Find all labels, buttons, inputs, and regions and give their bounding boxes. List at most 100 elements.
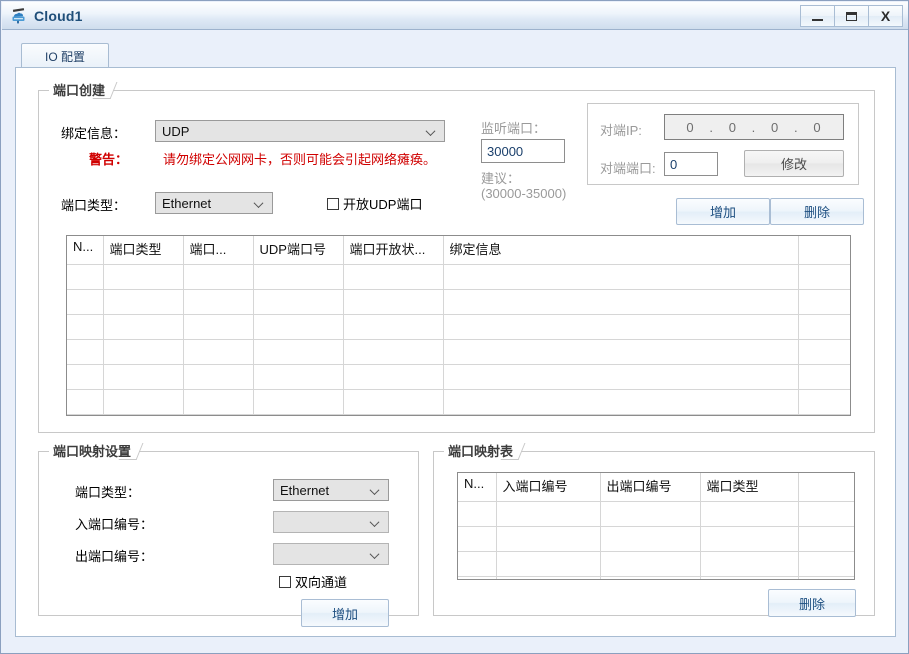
table-row[interactable] <box>67 264 850 290</box>
chevron-down-icon <box>371 552 380 557</box>
cell <box>798 289 850 315</box>
cell <box>253 289 344 315</box>
chevron-down-icon <box>427 129 436 134</box>
window-controls: X <box>800 5 903 27</box>
table-row[interactable] <box>67 339 850 365</box>
bind-info-select[interactable]: UDP <box>155 120 445 142</box>
cell <box>600 526 701 552</box>
cell <box>103 389 184 415</box>
cell <box>253 364 344 390</box>
cell <box>67 264 104 290</box>
bind-info-label: 绑定信息： <box>61 126 127 141</box>
cell <box>443 364 799 390</box>
peer-port-label: 对端端口: <box>600 161 656 176</box>
add-port-button[interactable]: 增加 <box>676 198 770 225</box>
table-row[interactable] <box>458 501 854 527</box>
maximize-icon <box>846 11 857 21</box>
port-type-value: Ethernet <box>162 195 212 211</box>
cell <box>253 314 344 340</box>
table-row[interactable] <box>458 526 854 552</box>
tab-content-panel: 端口创建 绑定信息： UDP 警告： 请勿绑定公网网卡，否则可能会引起网络瘫痪。… <box>15 67 896 637</box>
table-row[interactable] <box>67 389 850 415</box>
close-button[interactable]: X <box>868 5 903 27</box>
port-type-select[interactable]: Ethernet <box>155 192 273 214</box>
peer-ip-octet-3: 0 <box>771 119 780 135</box>
cell <box>253 339 344 365</box>
cell <box>443 339 799 365</box>
cell <box>798 526 854 552</box>
suggest-label: 建议： <box>481 171 521 186</box>
port-table-header-1[interactable]: 端口类型 <box>103 236 184 265</box>
cell <box>103 264 184 290</box>
table-row[interactable] <box>67 364 850 390</box>
table-row[interactable] <box>458 576 854 579</box>
tab-io-config[interactable]: IO 配置 <box>21 43 109 68</box>
map-add-button[interactable]: 增加 <box>301 599 389 627</box>
map-port-type-select[interactable]: Ethernet <box>273 479 389 501</box>
mapping-table-body <box>458 501 854 579</box>
cloud-device-icon <box>10 8 28 24</box>
cell <box>343 264 444 290</box>
map-in-port-select[interactable] <box>273 511 389 533</box>
port-table-header-5[interactable]: 绑定信息 <box>443 236 799 265</box>
peer-ip-input[interactable]: 0 . 0 . 0 . 0 <box>664 114 844 140</box>
port-table[interactable]: N... 端口类型 端口... UDP端口号 端口开放状... 绑定信息 <box>66 235 851 416</box>
open-udp-checkbox[interactable]: 开放UDP端口 <box>327 194 422 213</box>
map-out-port-select[interactable] <box>273 543 389 565</box>
peer-ip-dot-3: . <box>793 119 799 135</box>
mapping-table-grid: N... 入端口编号 出端口编号 端口类型 <box>458 473 854 579</box>
warning-label: 警告： <box>89 152 129 167</box>
mapping-table-header-3[interactable]: 端口类型 <box>700 473 799 502</box>
chevron-down-icon <box>371 520 380 525</box>
peer-ip-label: 对端IP: <box>600 123 642 138</box>
minimize-icon <box>812 18 823 21</box>
warning-text: 请勿绑定公网网卡，否则可能会引起网络瘫痪。 <box>163 152 437 167</box>
cell <box>343 339 444 365</box>
mapping-table-header-1[interactable]: 入端口编号 <box>496 473 601 502</box>
port-table-header-3[interactable]: UDP端口号 <box>253 236 344 265</box>
cell <box>67 314 104 340</box>
group-map-table: 端口映射表 N... 入端口编号 出端口编号 端口类型 删除 <box>433 441 875 617</box>
bidirectional-checkbox[interactable]: 双向通道 <box>279 572 347 591</box>
chevron-down-icon <box>371 488 380 493</box>
cell <box>103 289 184 315</box>
bind-info-value: UDP <box>162 123 190 139</box>
mapping-table-header-0[interactable]: N... <box>458 473 497 502</box>
table-row[interactable] <box>458 551 854 577</box>
title-bar: Cloud1 X <box>2 2 908 30</box>
minimize-button[interactable] <box>800 5 835 27</box>
table-row[interactable] <box>67 314 850 340</box>
cell <box>458 526 497 552</box>
listen-port-input[interactable]: 30000 <box>481 139 565 163</box>
maximize-button[interactable] <box>834 5 869 27</box>
cell <box>103 364 184 390</box>
cell <box>700 576 799 579</box>
cell <box>253 264 344 290</box>
bidirectional-checkbox-label: 双向通道 <box>295 575 348 590</box>
cell <box>496 551 601 577</box>
port-table-header-6[interactable] <box>798 236 850 265</box>
group-map-table-title: 端口映射表 <box>444 441 522 460</box>
modify-button[interactable]: 修改 <box>744 150 844 177</box>
title-bar-left: Cloud1 <box>10 2 83 30</box>
cell <box>798 576 854 579</box>
tab-strip: IO 配置 <box>15 43 896 68</box>
table-row[interactable] <box>67 414 850 415</box>
cell <box>103 314 184 340</box>
mapping-table-header-row: N... 入端口编号 出端口编号 端口类型 <box>458 473 854 502</box>
group-port-create: 端口创建 绑定信息： UDP 警告： 请勿绑定公网网卡，否则可能会引起网络瘫痪。… <box>38 80 875 433</box>
port-table-header-4[interactable]: 端口开放状... <box>343 236 444 265</box>
peer-port-input[interactable]: 0 <box>664 152 718 176</box>
port-table-header-2[interactable]: 端口... <box>183 236 254 265</box>
group-port-create-title: 端口创建 <box>49 80 114 99</box>
mapping-table-header-2[interactable]: 出端口编号 <box>600 473 701 502</box>
mapping-table[interactable]: N... 入端口编号 出端口编号 端口类型 <box>457 472 855 580</box>
cell <box>798 501 854 527</box>
delete-port-button[interactable]: 删除 <box>770 198 864 225</box>
mapping-delete-button[interactable]: 删除 <box>768 589 856 617</box>
map-out-port-label: 出端口编号： <box>75 549 154 564</box>
port-table-header-0[interactable]: N... <box>67 236 104 265</box>
port-type-label: 端口类型： <box>61 198 127 213</box>
table-row[interactable] <box>67 289 850 315</box>
mapping-table-header-4[interactable] <box>798 473 854 502</box>
